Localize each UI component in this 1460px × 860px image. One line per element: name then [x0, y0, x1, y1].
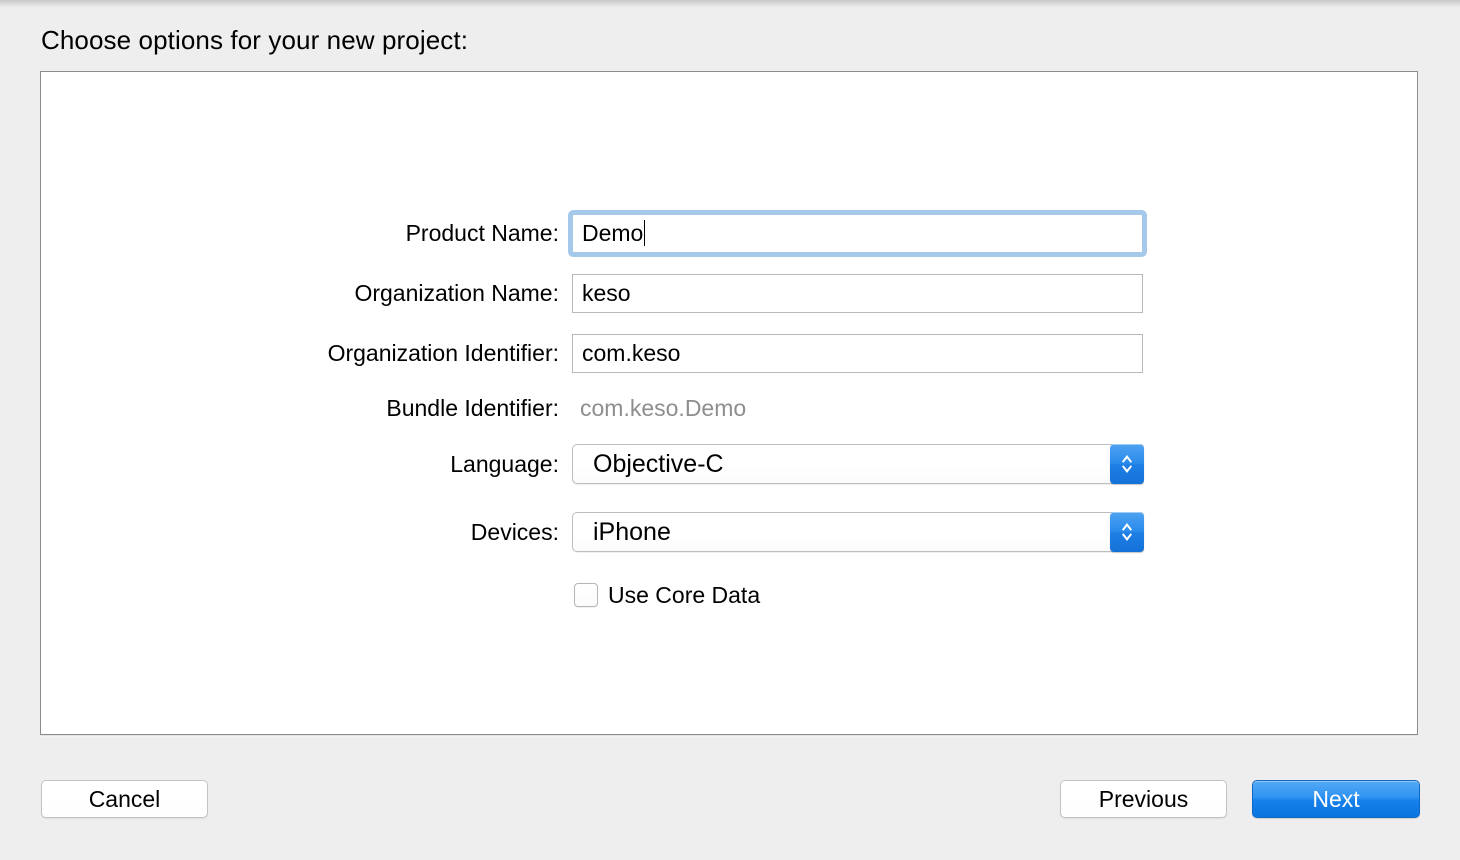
language-popup-button[interactable]: Objective-C	[572, 444, 1144, 484]
organization-identifier-value: com.keso	[582, 339, 681, 366]
window-titlebar-strip	[0, 0, 1460, 7]
text-caret	[644, 220, 646, 246]
devices-popup-button[interactable]: iPhone	[572, 512, 1144, 552]
organization-name-value: keso	[582, 279, 631, 306]
chevron-up-down-icon[interactable]	[1110, 444, 1144, 484]
organization-name-input[interactable]: keso	[572, 273, 1143, 313]
page-title: Choose options for your new project:	[41, 25, 469, 55]
product-name-value: Demo	[582, 219, 644, 246]
form-row-product-name: Product Name: Demo	[41, 211, 1419, 255]
previous-button[interactable]: Previous	[1060, 780, 1227, 818]
use-core-data-label: Use Core Data	[608, 581, 761, 608]
form-row-language: Language: Objective-C	[41, 442, 1419, 486]
label-product-name: Product Name:	[405, 219, 559, 246]
language-selected-value: Objective-C	[593, 449, 724, 478]
project-options-form: Product Name: Demo Organization Name: ke…	[41, 72, 1419, 736]
label-bundle-identifier: Bundle Identifier:	[386, 394, 559, 421]
chevron-up-down-icon[interactable]	[1110, 512, 1144, 552]
label-organization-identifier: Organization Identifier:	[327, 339, 559, 366]
label-organization-name: Organization Name:	[354, 279, 559, 306]
form-row-organization-identifier: Organization Identifier: com.keso	[41, 331, 1419, 375]
form-row-organization-name: Organization Name: keso	[41, 271, 1419, 315]
organization-identifier-input[interactable]: com.keso	[572, 333, 1143, 373]
cancel-button[interactable]: Cancel	[41, 780, 208, 818]
project-options-panel: Product Name: Demo Organization Name: ke…	[40, 71, 1418, 735]
use-core-data-checkbox[interactable]	[574, 583, 598, 607]
label-devices: Devices:	[470, 518, 559, 545]
form-row-devices: Devices: iPhone	[41, 510, 1419, 554]
next-button[interactable]: Next	[1252, 780, 1420, 818]
devices-selected-value: iPhone	[593, 517, 671, 546]
form-row-use-core-data: Use Core Data	[41, 580, 1419, 610]
bundle-identifier-value: com.keso.Demo	[580, 394, 747, 421]
form-row-bundle-identifier: Bundle Identifier: com.keso.Demo	[41, 386, 1419, 430]
label-language: Language:	[450, 450, 559, 477]
product-name-input[interactable]: Demo	[572, 213, 1143, 253]
